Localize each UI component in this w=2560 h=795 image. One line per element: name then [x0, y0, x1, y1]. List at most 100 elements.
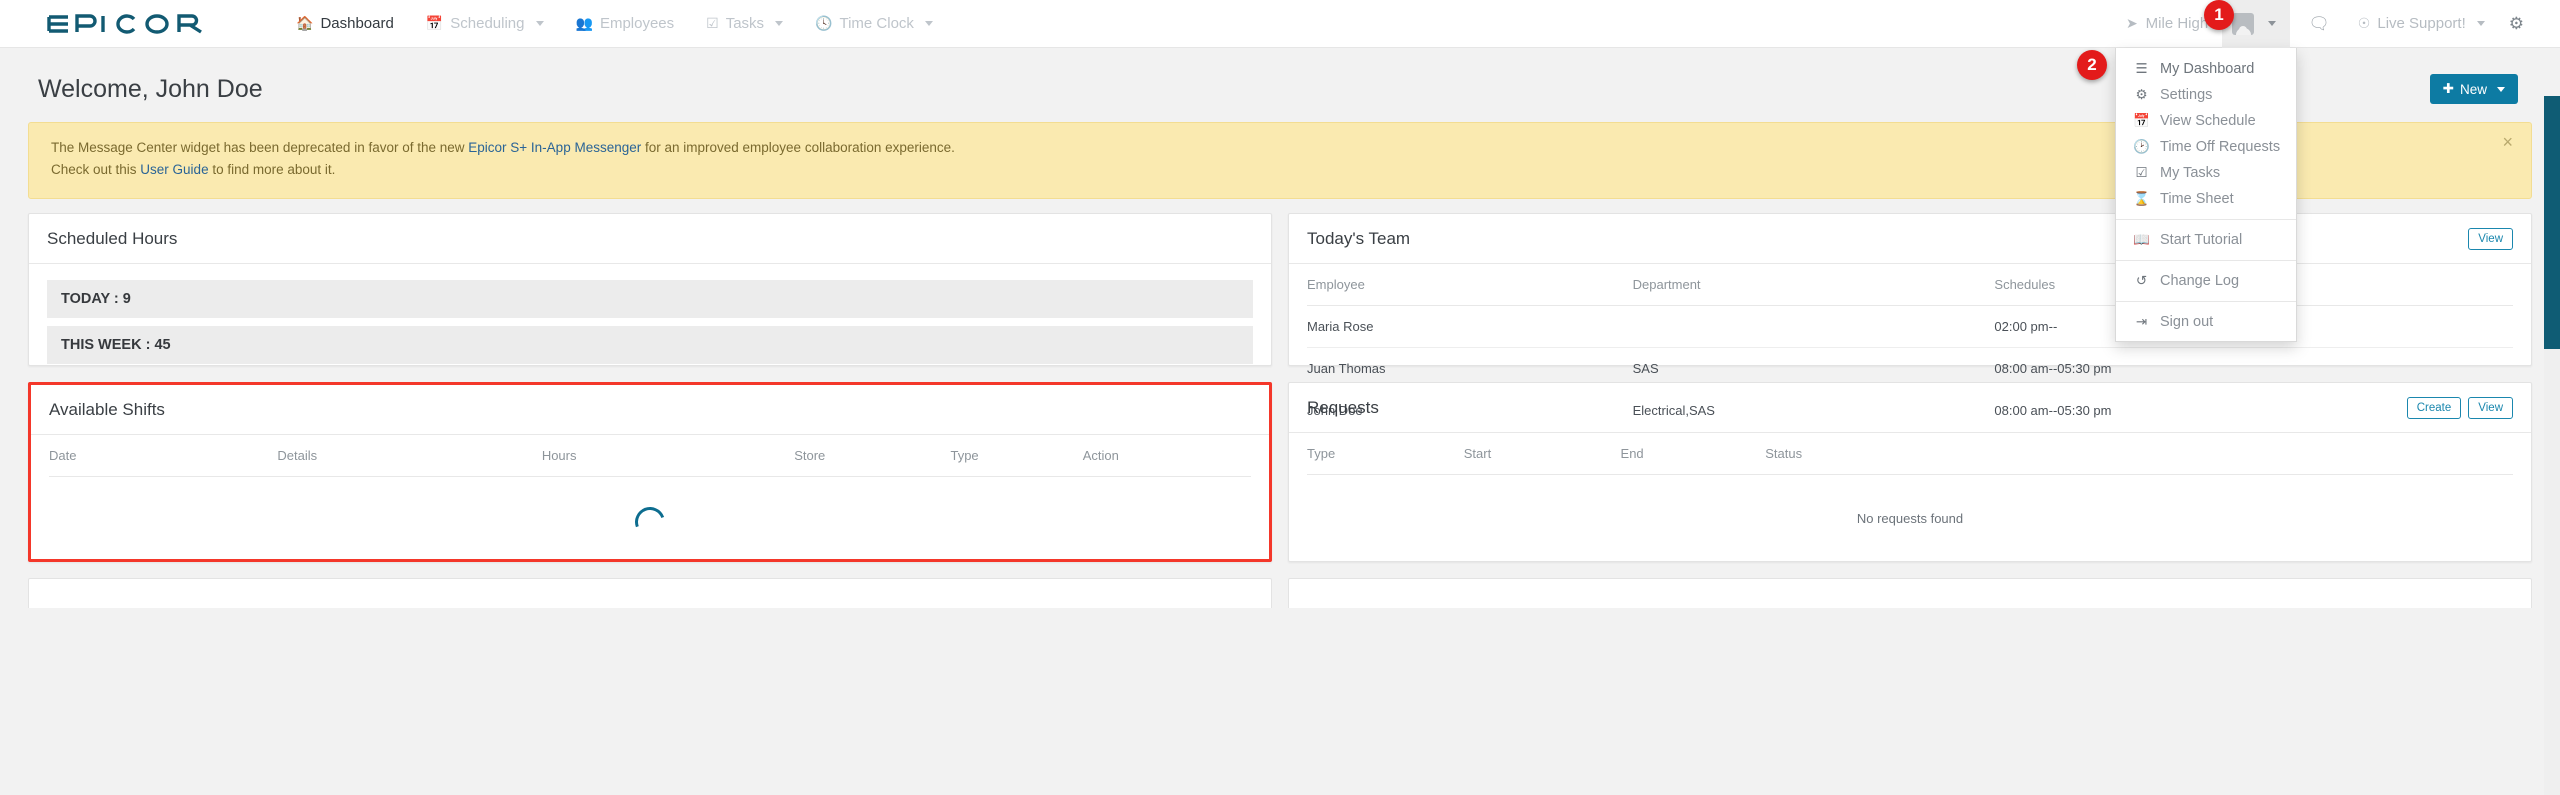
history-icon: ↺ [2135, 273, 2148, 288]
card-header: Today's Team View [1289, 214, 2531, 264]
alert-text-a: The Message Center widget has been depre… [51, 140, 469, 155]
nav-item-employees[interactable]: 👥 Employees [560, 0, 691, 48]
page-scrollbar-thumb[interactable] [2544, 96, 2560, 349]
available-shifts-table: Date Details Hours Store Type Action [49, 434, 1251, 477]
new-button[interactable]: ✚ New [2429, 74, 2518, 104]
col-employee: Employee [1307, 263, 1633, 306]
hours-row-week: THIS WEEK : 45 [47, 325, 1253, 364]
requests-table: Type Start End Status [1307, 432, 2513, 475]
callout-badge-1: 1 [2204, 0, 2234, 30]
menu-item-settings[interactable]: ⚙ Settings [2116, 82, 2296, 108]
requests-card: Requests Create View Type Start End Stat… [1288, 381, 2532, 562]
table-header-row: Date Details Hours Store Type Action [49, 434, 1251, 477]
user-dropdown-menu: ☰ My Dashboard ⚙ Settings 📅 View Schedul… [2115, 48, 2297, 342]
nav-item-tasks[interactable]: ☑ Tasks [690, 0, 799, 48]
lifebuoy-icon: ☉ [2357, 15, 2371, 31]
col-date: Date [49, 434, 278, 477]
nav-label: Dashboard [320, 15, 394, 32]
location-label: Mile High [2145, 15, 2209, 32]
menu-item-start-tutorial[interactable]: 📖 Start Tutorial [2116, 227, 2296, 253]
col-type: Type [1307, 432, 1464, 475]
chevron-down-icon [2497, 86, 2505, 92]
location-arrow-icon: ➤ [2125, 15, 2138, 31]
page-scrollbar-track[interactable] [2544, 96, 2560, 795]
col-action: Action [1082, 434, 1251, 477]
nav-item-scheduling[interactable]: 📅 Scheduling [410, 0, 560, 48]
card-header-actions: Create View [2406, 396, 2513, 419]
epicor-wordmark-icon [47, 13, 202, 34]
menu-item-label: Start Tutorial [2160, 232, 2243, 248]
top-navbar: 🏠 Dashboard 📅 Scheduling 👥 Employees ☑ T… [0, 0, 2560, 342]
menu-item-label: My Tasks [2160, 165, 2221, 181]
card-title: Scheduled Hours [47, 228, 178, 248]
clock-icon: 🕓 [815, 15, 833, 31]
menu-item-my-tasks[interactable]: ☑ My Tasks [2116, 160, 2296, 186]
plus-icon: ✚ [2442, 81, 2454, 96]
menu-item-label: Settings [2160, 87, 2213, 103]
chevron-down-icon [2268, 21, 2277, 26]
list-icon: ☰ [2135, 61, 2148, 76]
chevron-down-icon [535, 21, 544, 26]
page-title: Welcome, John Doe [38, 74, 263, 103]
card-body: TODAY : 9 THIS WEEK : 45 [29, 264, 1271, 380]
menu-item-label: Time Off Requests [2160, 139, 2281, 155]
card-header-actions: View [2468, 227, 2513, 250]
col-end: End [1620, 432, 1766, 475]
callout-number: 1 [2214, 5, 2224, 24]
nav-item-time-clock[interactable]: 🕓 Time Clock [799, 0, 949, 48]
alert-text-d: to find more about it. [208, 162, 336, 178]
user-avatar-menu-toggle[interactable] [2222, 0, 2291, 48]
users-icon: 👥 [575, 15, 593, 31]
col-start: Start [1463, 432, 1621, 475]
chevron-down-icon [775, 21, 784, 26]
home-icon: 🏠 [296, 15, 314, 31]
menu-item-label: View Schedule [2160, 113, 2256, 129]
main-nav: 🏠 Dashboard 📅 Scheduling 👥 Employees ☑ T… [280, 0, 949, 48]
user-guide-link[interactable]: User Guide [140, 162, 208, 177]
menu-item-time-sheet[interactable]: ⌛ Time Sheet [2116, 186, 2296, 212]
menu-divider [2116, 260, 2296, 261]
avatar [2232, 12, 2255, 35]
bottom-card-left[interactable] [28, 577, 1272, 608]
menu-item-my-dashboard[interactable]: ☰ My Dashboard [2116, 56, 2296, 82]
card-title: Requests [1307, 397, 1379, 417]
table-header-row: Type Start End Status [1307, 432, 2513, 475]
menu-item-label: Time Sheet [2160, 191, 2234, 207]
hourglass-icon: ⌛ [2133, 191, 2150, 206]
in-app-messenger-link[interactable]: Epicor S+ In-App Messenger [468, 140, 641, 155]
chevron-down-icon [2476, 21, 2485, 26]
live-support-button[interactable]: ☉ Live Support! [2348, 0, 2495, 48]
calendar-icon: 📅 [425, 15, 444, 31]
menu-divider [2116, 301, 2296, 302]
close-icon[interactable]: × [2502, 133, 2513, 151]
nav-right-group: ➤ Mile High 🗨 ☉ Live Support! ⚙ [2112, 0, 2560, 48]
nav-label: Time Clock [839, 15, 914, 32]
messenger-icon[interactable]: 🗨 [2290, 14, 2348, 34]
bottom-card-right[interactable] [1288, 577, 2532, 608]
requests-view-button[interactable]: View [2468, 396, 2513, 419]
gear-icon[interactable]: ⚙ [2495, 14, 2538, 34]
table-row[interactable]: Maria Rose 02:00 pm-- [1307, 305, 2513, 348]
menu-item-sign-out[interactable]: ⇥ Sign out [2116, 309, 2296, 335]
available-shifts-card: Available Shifts Date Details Hours Stor… [28, 381, 1272, 562]
todays-team-view-button[interactable]: View [2468, 227, 2513, 250]
nav-label: Employees [599, 15, 675, 32]
book-icon: 📖 [2133, 232, 2150, 247]
menu-item-view-schedule[interactable]: 📅 View Schedule [2116, 108, 2296, 134]
menu-item-change-log[interactable]: ↺ Change Log [2116, 268, 2296, 294]
new-button-label: New [2459, 81, 2487, 97]
epicor-logo[interactable] [46, 13, 226, 35]
col-hours: Hours [541, 434, 795, 477]
menu-item-time-off-requests[interactable]: 🕑 Time Off Requests [2116, 134, 2296, 160]
table-header-row: Employee Department Schedules [1307, 263, 2513, 306]
nav-item-dashboard[interactable]: 🏠 Dashboard [280, 0, 410, 48]
cell-employee: Maria Rose [1307, 305, 1633, 348]
bottom-cards-strip [0, 577, 2560, 608]
scheduled-hours-card: Scheduled Hours TODAY : 9 THIS WEEK : 45 [28, 212, 1272, 366]
nav-label: Scheduling [450, 15, 525, 32]
card-header: Requests Create View [1289, 383, 2531, 433]
card-header: Scheduled Hours [29, 214, 1271, 264]
menu-divider [2116, 219, 2296, 220]
col-store: Store [794, 434, 951, 477]
requests-create-button[interactable]: Create [2406, 396, 2462, 419]
